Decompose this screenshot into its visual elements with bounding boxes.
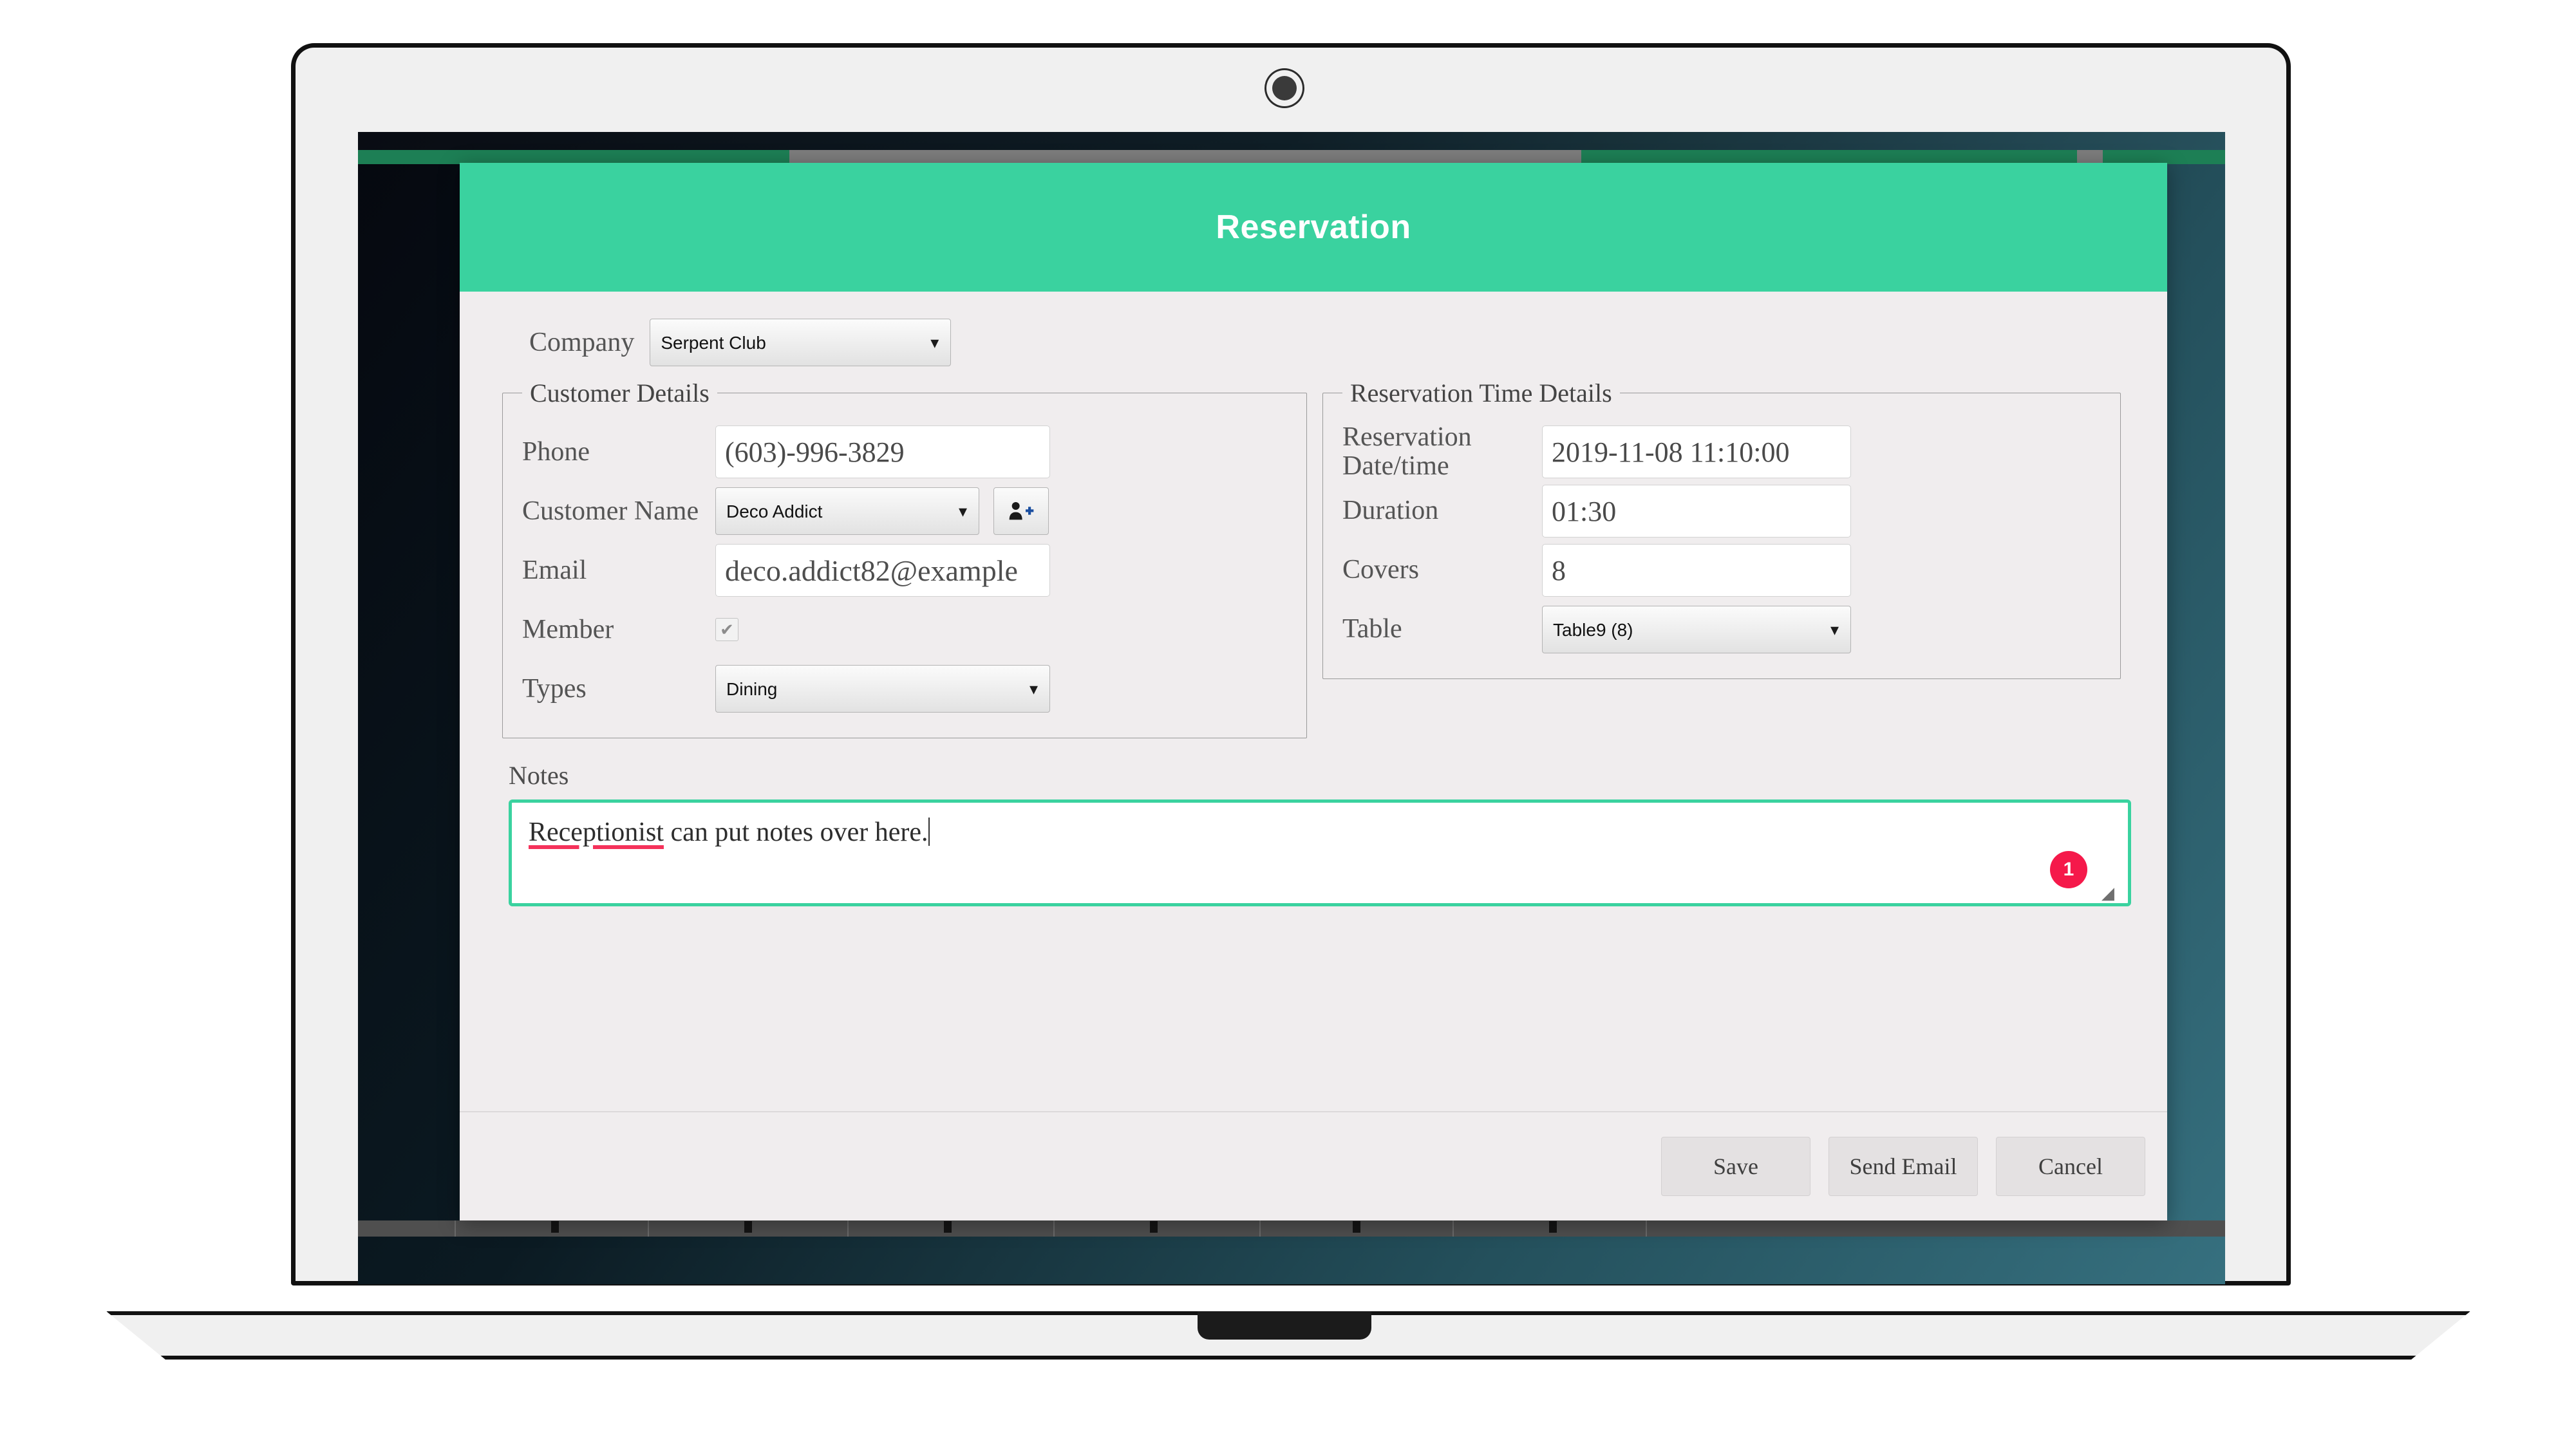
notes-label: Notes [509, 761, 569, 790]
reservation-datetime-input[interactable]: 2019-11-08 11:10:00 [1542, 425, 1851, 478]
covers-row: Covers 8 [1342, 541, 2101, 600]
reservation-datetime-row: Reservation Date/time 2019-11-08 11:10:0… [1342, 422, 2101, 481]
background-app-gray-bar-right [2077, 150, 2103, 164]
add-customer-button[interactable] [993, 487, 1049, 535]
chevron-down-icon: ▾ [1029, 679, 1038, 698]
toolbar-separator [1259, 1220, 1261, 1237]
member-row: Member ✔ [522, 600, 1287, 659]
toolbar-glyph [551, 1221, 559, 1233]
customer-name-label: Customer Name [522, 496, 699, 526]
laptop-screen: Reservation Company Serpent Club ▾ Custo… [358, 132, 2225, 1284]
toolbar-separator [1453, 1220, 1454, 1237]
email-field[interactable]: deco.addict82@example [715, 544, 1050, 597]
covers-input[interactable]: 8 [1542, 544, 1851, 597]
notes-rest-text: can put notes over here. [663, 818, 928, 847]
phone-row: Phone (603)-996-3829 [522, 422, 1287, 481]
notes-misspelled-word: Receptionist [529, 818, 664, 847]
laptop-mockup: Reservation Company Serpent Club ▾ Custo… [0, 0, 2576, 1449]
types-select[interactable]: Dining ▾ [715, 665, 1050, 713]
save-button[interactable]: Save [1661, 1137, 1810, 1196]
dialog-body: Company Serpent Club ▾ Customer Details … [460, 292, 2167, 1090]
company-label: Company [529, 328, 635, 357]
table-label: Table [1342, 614, 1402, 644]
resize-handle-icon[interactable]: ◢ [2101, 884, 2118, 901]
company-row: Company Serpent Club ▾ [529, 319, 2125, 366]
dialog-footer: Save Send Email Cancel [460, 1111, 2167, 1220]
table-row: Table Table9 (8) ▾ [1342, 600, 2101, 659]
reservation-time-details-legend: Reservation Time Details [1350, 379, 1612, 407]
customer-details-legend: Customer Details [530, 379, 710, 407]
toolbar-separator [847, 1220, 849, 1237]
types-row: Types Dining ▾ [522, 659, 1287, 718]
chevron-down-icon: ▾ [958, 501, 967, 521]
toolbar-glyph [1549, 1221, 1557, 1233]
send-email-button[interactable]: Send Email [1829, 1137, 1978, 1196]
email-row: Email deco.addict82@example [522, 541, 1287, 600]
check-icon: ✔ [720, 620, 734, 639]
toolbar-separator [1646, 1220, 1647, 1237]
cancel-button[interactable]: Cancel [1996, 1137, 2145, 1196]
notes-wrap: Receptionist can put notes over here. 1 … [509, 799, 2131, 906]
toolbar-glyph [944, 1221, 952, 1233]
toolbar-glyph [744, 1221, 752, 1233]
company-select[interactable]: Serpent Club ▾ [650, 319, 952, 366]
phone-label: Phone [522, 437, 590, 467]
table-select-value: Table9 (8) [1553, 620, 1633, 640]
text-caret [928, 818, 930, 846]
details-panels-row: Customer Details Phone (603)-996-3829 Cu… [502, 378, 2125, 738]
customer-details-panel: Customer Details Phone (603)-996-3829 Cu… [502, 378, 1307, 738]
duration-input[interactable]: 01:30 [1542, 485, 1851, 538]
toolbar-separator [455, 1220, 456, 1237]
types-select-value: Dining [726, 679, 778, 699]
chevron-down-icon: ▾ [930, 333, 939, 352]
reservation-time-details-panel: Reservation Time Details Reservation Dat… [1322, 378, 2121, 679]
duration-row: Duration 01:30 [1342, 481, 2101, 541]
background-app-gray-bar [789, 150, 1581, 164]
covers-label: Covers [1342, 555, 1419, 585]
email-label: Email [522, 556, 587, 585]
notes-section: Notes Receptionist can put notes over he… [509, 760, 2131, 906]
dialog-header: Reservation [460, 163, 2167, 292]
customer-name-row: Customer Name Deco Addict ▾ [522, 481, 1287, 541]
toolbar-separator [1053, 1220, 1055, 1237]
add-user-icon [1009, 502, 1034, 520]
phone-input[interactable]: (603)-996-3829 [715, 425, 1050, 478]
laptop-base-notch [1198, 1311, 1371, 1340]
member-checkbox[interactable]: ✔ [715, 618, 738, 641]
toolbar-glyph [1150, 1221, 1158, 1233]
duration-label: Duration [1342, 496, 1439, 526]
background-app-bottom-toolbar [358, 1220, 2225, 1237]
reservation-datetime-label: Reservation Date/time [1342, 422, 1472, 481]
customer-name-select[interactable]: Deco Addict ▾ [715, 487, 979, 535]
page-title: Reservation [1216, 209, 1411, 246]
status-badge[interactable]: 1 [2050, 851, 2087, 888]
chevron-down-icon: ▾ [1830, 620, 1839, 639]
member-label: Member [522, 615, 614, 644]
webcam-icon [1272, 76, 1297, 100]
toolbar-separator [648, 1220, 649, 1237]
table-select[interactable]: Table9 (8) ▾ [1542, 606, 1851, 653]
reservation-dialog: Reservation Company Serpent Club ▾ Custo… [460, 163, 2167, 1220]
toolbar-glyph [1353, 1221, 1360, 1233]
types-label: Types [522, 674, 587, 704]
company-select-value: Serpent Club [661, 333, 766, 353]
notes-textarea[interactable]: Receptionist can put notes over here. [509, 799, 2131, 906]
customer-name-value: Deco Addict [726, 501, 823, 521]
